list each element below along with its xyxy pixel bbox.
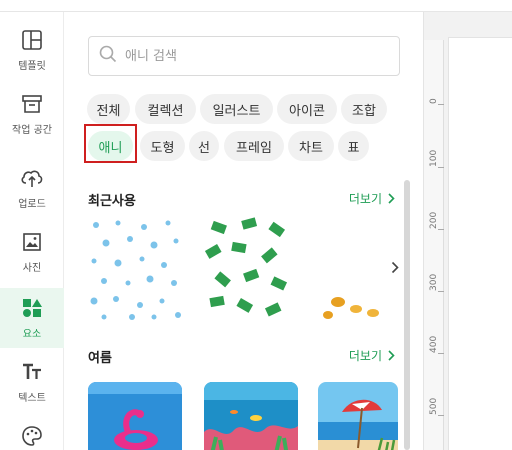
- panel-scrollbar[interactable]: [404, 180, 412, 450]
- chevron-right-icon: [388, 350, 395, 361]
- elements-panel: 전체 컬렉션 일러스트 아이콘 조합 애니 도형 선 프레임 차트 표 최근사용…: [64, 12, 424, 450]
- more-link-recent[interactable]: 더보기: [349, 190, 395, 207]
- sidebar-item-elements[interactable]: 요소: [0, 288, 64, 348]
- template-icon: [20, 28, 44, 52]
- upload-icon: [20, 166, 44, 190]
- search-box[interactable]: [88, 36, 400, 76]
- search-icon: [99, 45, 117, 67]
- more-label: 더보기: [348, 349, 382, 363]
- workspace-icon: [20, 92, 44, 116]
- chip-combination[interactable]: 조합: [341, 94, 387, 124]
- chip-table[interactable]: 표: [338, 131, 369, 161]
- left-sidebar: 템플릿 작업 공간 업로드 사진 요소 텍스트: [0, 12, 64, 450]
- summer-flamingo-float-image[interactable]: [88, 382, 182, 450]
- chip-icon[interactable]: 아이콘: [277, 94, 337, 124]
- chip-line[interactable]: 선: [189, 131, 219, 161]
- sidebar-item-label: 작업 공간: [12, 125, 52, 136]
- design-page[interactable]: [448, 37, 512, 450]
- chip-shape[interactable]: 도형: [140, 131, 185, 161]
- summer-coral-reef-image[interactable]: [204, 382, 298, 450]
- sidebar-item-photo[interactable]: 사진: [0, 222, 64, 282]
- section-title-summer: 여름: [88, 351, 112, 366]
- selection-highlight-box: [84, 124, 137, 163]
- sidebar-item-templates[interactable]: 템플릿: [0, 20, 64, 80]
- chip-chart[interactable]: 차트: [288, 131, 334, 161]
- sidebar-item-label: 업로드: [18, 199, 46, 210]
- chip-frame[interactable]: 프레임: [224, 131, 284, 161]
- recent-coins-animation[interactable]: [318, 217, 388, 321]
- section-title-recent: 최근사용: [88, 194, 136, 209]
- recent-snowflake-animation[interactable]: [88, 217, 182, 321]
- sidebar-item-workspace[interactable]: 작업 공간: [0, 84, 64, 144]
- canvas-area: 0 100 200 300 400 500: [424, 12, 512, 450]
- summer-beach-umbrella-image[interactable]: [318, 382, 398, 450]
- scrollbar-thumb[interactable]: [404, 180, 410, 450]
- carousel-next-button[interactable]: [388, 258, 402, 276]
- photo-icon: [20, 230, 44, 254]
- text-icon: [20, 360, 44, 384]
- elements-icon: [20, 296, 44, 320]
- sidebar-item-label: 템플릿: [18, 61, 46, 72]
- recent-money-animation[interactable]: [202, 217, 296, 321]
- sidebar-item-upload[interactable]: 업로드: [0, 158, 64, 218]
- search-input[interactable]: [125, 48, 385, 64]
- chip-illustration[interactable]: 일러스트: [200, 94, 273, 124]
- sidebar-item-label: 사진: [22, 263, 42, 274]
- more-link-summer[interactable]: 더보기: [349, 347, 395, 364]
- chip-all[interactable]: 전체: [87, 94, 130, 124]
- sidebar-item-text[interactable]: 텍스트: [0, 352, 64, 412]
- sidebar-item-design[interactable]: [0, 410, 64, 450]
- sidebar-item-label: 요소: [22, 329, 42, 340]
- chevron-right-icon: [388, 193, 395, 204]
- chip-collection[interactable]: 컬렉션: [135, 94, 196, 124]
- top-bar: [0, 0, 512, 12]
- vertical-ruler: 0 100 200 300 400 500: [424, 40, 444, 450]
- chevron-right-icon: [391, 261, 399, 273]
- more-label: 더보기: [348, 192, 382, 206]
- palette-icon: [20, 424, 44, 448]
- sidebar-item-label: 텍스트: [18, 393, 46, 404]
